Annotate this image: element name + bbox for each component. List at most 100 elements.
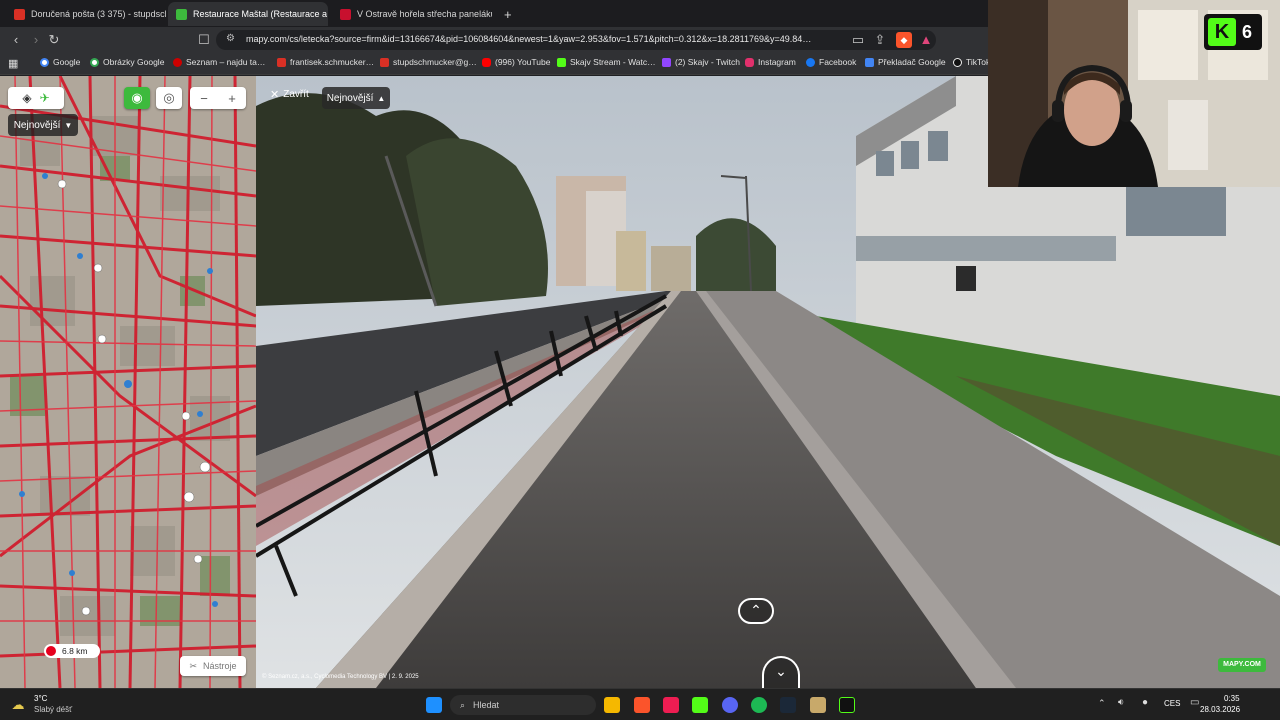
bookmark-icon[interactable]: ☐ <box>196 32 212 48</box>
bookmark-translate[interactable]: Překladač Google <box>865 57 946 67</box>
tiktok-app-icon[interactable] <box>663 697 679 713</box>
webcam-overlay: K 6 <box>988 0 1280 187</box>
newest-label: Nejnovější <box>326 92 374 104</box>
file-explorer-icon[interactable] <box>604 697 620 713</box>
microphone-icon[interactable]: ● <box>1142 697 1148 708</box>
locate-icon: ◎ <box>163 90 175 105</box>
youtube-icon <box>482 57 491 67</box>
twitch-icon <box>662 57 671 67</box>
spotify-icon[interactable] <box>751 697 767 713</box>
locate-button[interactable]: ◎ <box>156 87 182 109</box>
bookmark-gmail-2[interactable]: stupdschmucker@g… <box>380 57 477 67</box>
tab-gmail[interactable]: Doručená pošta (3 375) - stupdschm… <box>6 2 166 26</box>
apps-icon[interactable]: ▦ <box>8 57 18 70</box>
forward-icon[interactable]: › <box>28 32 44 48</box>
aerial-map-panel[interactable]: ◈ ✈ ◉ ◎ − + Nejnovější ▼ 6.8 km ✂ Nástro… <box>0 76 256 688</box>
zoom-in-button[interactable]: + <box>228 91 236 106</box>
kick-badge: K 6 <box>1204 14 1262 50</box>
new-tab-button[interactable]: + <box>496 2 516 26</box>
google-icon <box>40 57 49 67</box>
rewards-icon[interactable]: ▲ <box>918 32 934 48</box>
tab-title: V Ostravě hořela střecha paneláku, p… <box>357 9 492 19</box>
tab-mapy[interactable]: Restaurace Maštal (Restaurace a… ✕ <box>168 2 328 26</box>
search-label: Hledat <box>473 700 500 710</box>
chevron-up-icon: ▲ <box>377 93 386 103</box>
mapy-icon <box>176 8 187 20</box>
bookmark-twitch[interactable]: (2) Skajv - Twitch <box>662 57 740 67</box>
speaker-icon[interactable]: 🔉︎ <box>1118 697 1124 708</box>
news-icon <box>340 8 351 20</box>
google-images-icon <box>90 57 99 67</box>
tab-title: Doručená pošta (3 375) - stupdschm… <box>31 9 166 19</box>
brave-icon[interactable] <box>634 697 650 713</box>
bookmark-kick[interactable]: Skajv Stream - Watc… <box>557 57 656 67</box>
bookmark-facebook[interactable]: Facebook <box>806 57 856 67</box>
close-label: Zavřít <box>283 89 309 100</box>
back-icon[interactable]: ‹ <box>8 32 24 48</box>
game-icon[interactable] <box>810 697 826 713</box>
kick-icon <box>557 57 566 67</box>
move-forward-arrow-icon[interactable]: ⌃ <box>738 598 774 624</box>
tiktok-icon <box>953 57 962 67</box>
copyright-text[interactable]: © Seznam.cz, a.s., Cyclomedia Technology… <box>262 674 419 680</box>
share-icon[interactable]: ⇪ <box>872 32 888 48</box>
mapy-logo[interactable]: MAPY.COM <box>1218 658 1266 672</box>
gmail-icon <box>277 57 286 67</box>
cast-icon[interactable]: ▭ <box>850 32 866 48</box>
language-indicator[interactable]: CES <box>1164 699 1180 708</box>
site-info-icon[interactable]: ⚙ <box>226 33 235 44</box>
scale-label: 6.8 km <box>62 646 88 656</box>
tools-button[interactable]: ✂ Nástroje <box>180 656 246 676</box>
channel-number: 6 <box>1242 21 1253 42</box>
streaming-app-icon[interactable] <box>839 697 855 713</box>
tools-icon: ✂ <box>189 660 198 671</box>
kick-logo-icon: K <box>1208 18 1236 46</box>
reload-icon[interactable]: ↻ <box>46 32 62 48</box>
weather-desc[interactable]: Slabý déšť <box>34 705 72 714</box>
map-filter-label: Nejnovější <box>13 119 61 131</box>
discord-icon[interactable] <box>722 697 738 713</box>
clock-date[interactable]: 28.03.2026 <box>1200 705 1240 714</box>
weather-icon[interactable]: ☁ <box>8 695 28 715</box>
zoom-controls: − + <box>190 87 246 109</box>
taskbar-search[interactable]: ⌕ Hledat <box>450 695 596 715</box>
newest-dropdown[interactable]: Nejnovější ▲ <box>322 87 390 109</box>
network-icon[interactable]: ▭ <box>1190 697 1199 708</box>
tab-news[interactable]: V Ostravě hořela střecha paneláku, p… <box>332 2 492 26</box>
bookmark-seznam[interactable]: Seznam – najdu ta… <box>173 57 265 67</box>
bookmark-tiktok[interactable]: TikTok <box>953 57 990 67</box>
panorama-toggle-button[interactable]: ◉ <box>124 87 150 109</box>
bookmark-youtube[interactable]: (996) YouTube <box>482 57 550 67</box>
brave-shield-icon[interactable]: ◆ <box>896 32 912 48</box>
seznam-icon <box>173 57 182 67</box>
move-back-arrow-icon[interactable]: ⌄ <box>762 656 800 688</box>
chevron-up-icon[interactable]: ⌃ <box>1098 698 1106 709</box>
weather-temp[interactable]: 3°C <box>34 694 47 703</box>
map-canvas[interactable] <box>0 76 256 688</box>
windows-start-icon[interactable] <box>426 697 442 713</box>
close-icon: ✕ <box>270 89 280 101</box>
search-icon: ⌕ <box>460 699 466 710</box>
clock-time[interactable]: 0:35 <box>1224 694 1240 703</box>
address-bar[interactable]: ⚙ mapy.com/cs/letecka?source=firm&id=131… <box>216 30 936 50</box>
windows-taskbar: ☁ 3°C Slabý déšť ⌕ Hledat ⌃ 🔉︎ ● CES ▭ 0… <box>0 688 1280 720</box>
bookmark-google[interactable]: Google <box>40 57 80 67</box>
bookmark-instagram[interactable]: Instagram <box>745 57 796 67</box>
gmail-icon <box>14 8 25 20</box>
tab-title: Restaurace Maštal (Restaurace a… <box>193 9 328 19</box>
scale-bar: 6.8 km <box>44 644 100 658</box>
map-filter-dropdown[interactable]: Nejnovější ▼ <box>8 114 78 136</box>
bookmark-images[interactable]: Obrázky Google <box>90 57 164 67</box>
map-layers-button[interactable]: ◈ ✈ <box>8 87 64 109</box>
chevron-down-icon: ▼ <box>64 120 73 130</box>
translate-icon <box>865 57 874 67</box>
steam-icon[interactable] <box>780 697 796 713</box>
address-text: mapy.com/cs/letecka?source=firm&id=13166… <box>246 34 812 44</box>
airplane-icon: ✈ <box>39 91 50 105</box>
close-panorama-button[interactable]: ✕ Zavřít <box>270 88 309 101</box>
kick-app-icon[interactable] <box>692 697 708 713</box>
facebook-icon <box>806 57 815 67</box>
bookmark-gmail-1[interactable]: frantisek.schmucker… <box>277 57 374 67</box>
tools-label: Nástroje <box>203 661 237 671</box>
zoom-out-button[interactable]: − <box>200 91 208 106</box>
